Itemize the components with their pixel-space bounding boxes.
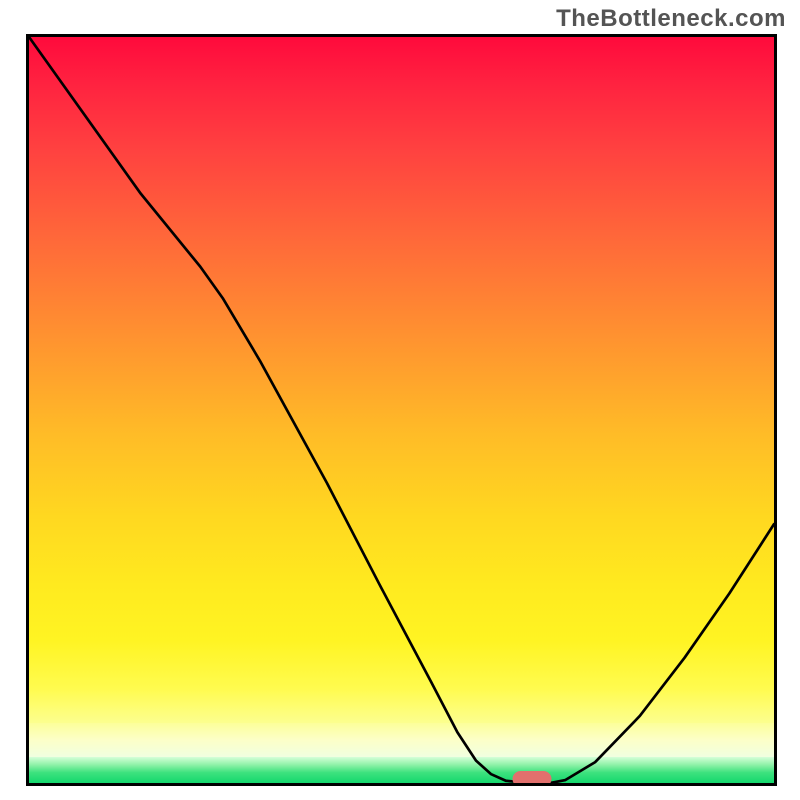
optimum-marker [512, 771, 551, 786]
credit-text: TheBottleneck.com [556, 5, 786, 33]
plot-area [26, 34, 777, 786]
chart-container: TheBottleneck.com [0, 0, 800, 800]
bottleneck-curve [29, 37, 774, 783]
